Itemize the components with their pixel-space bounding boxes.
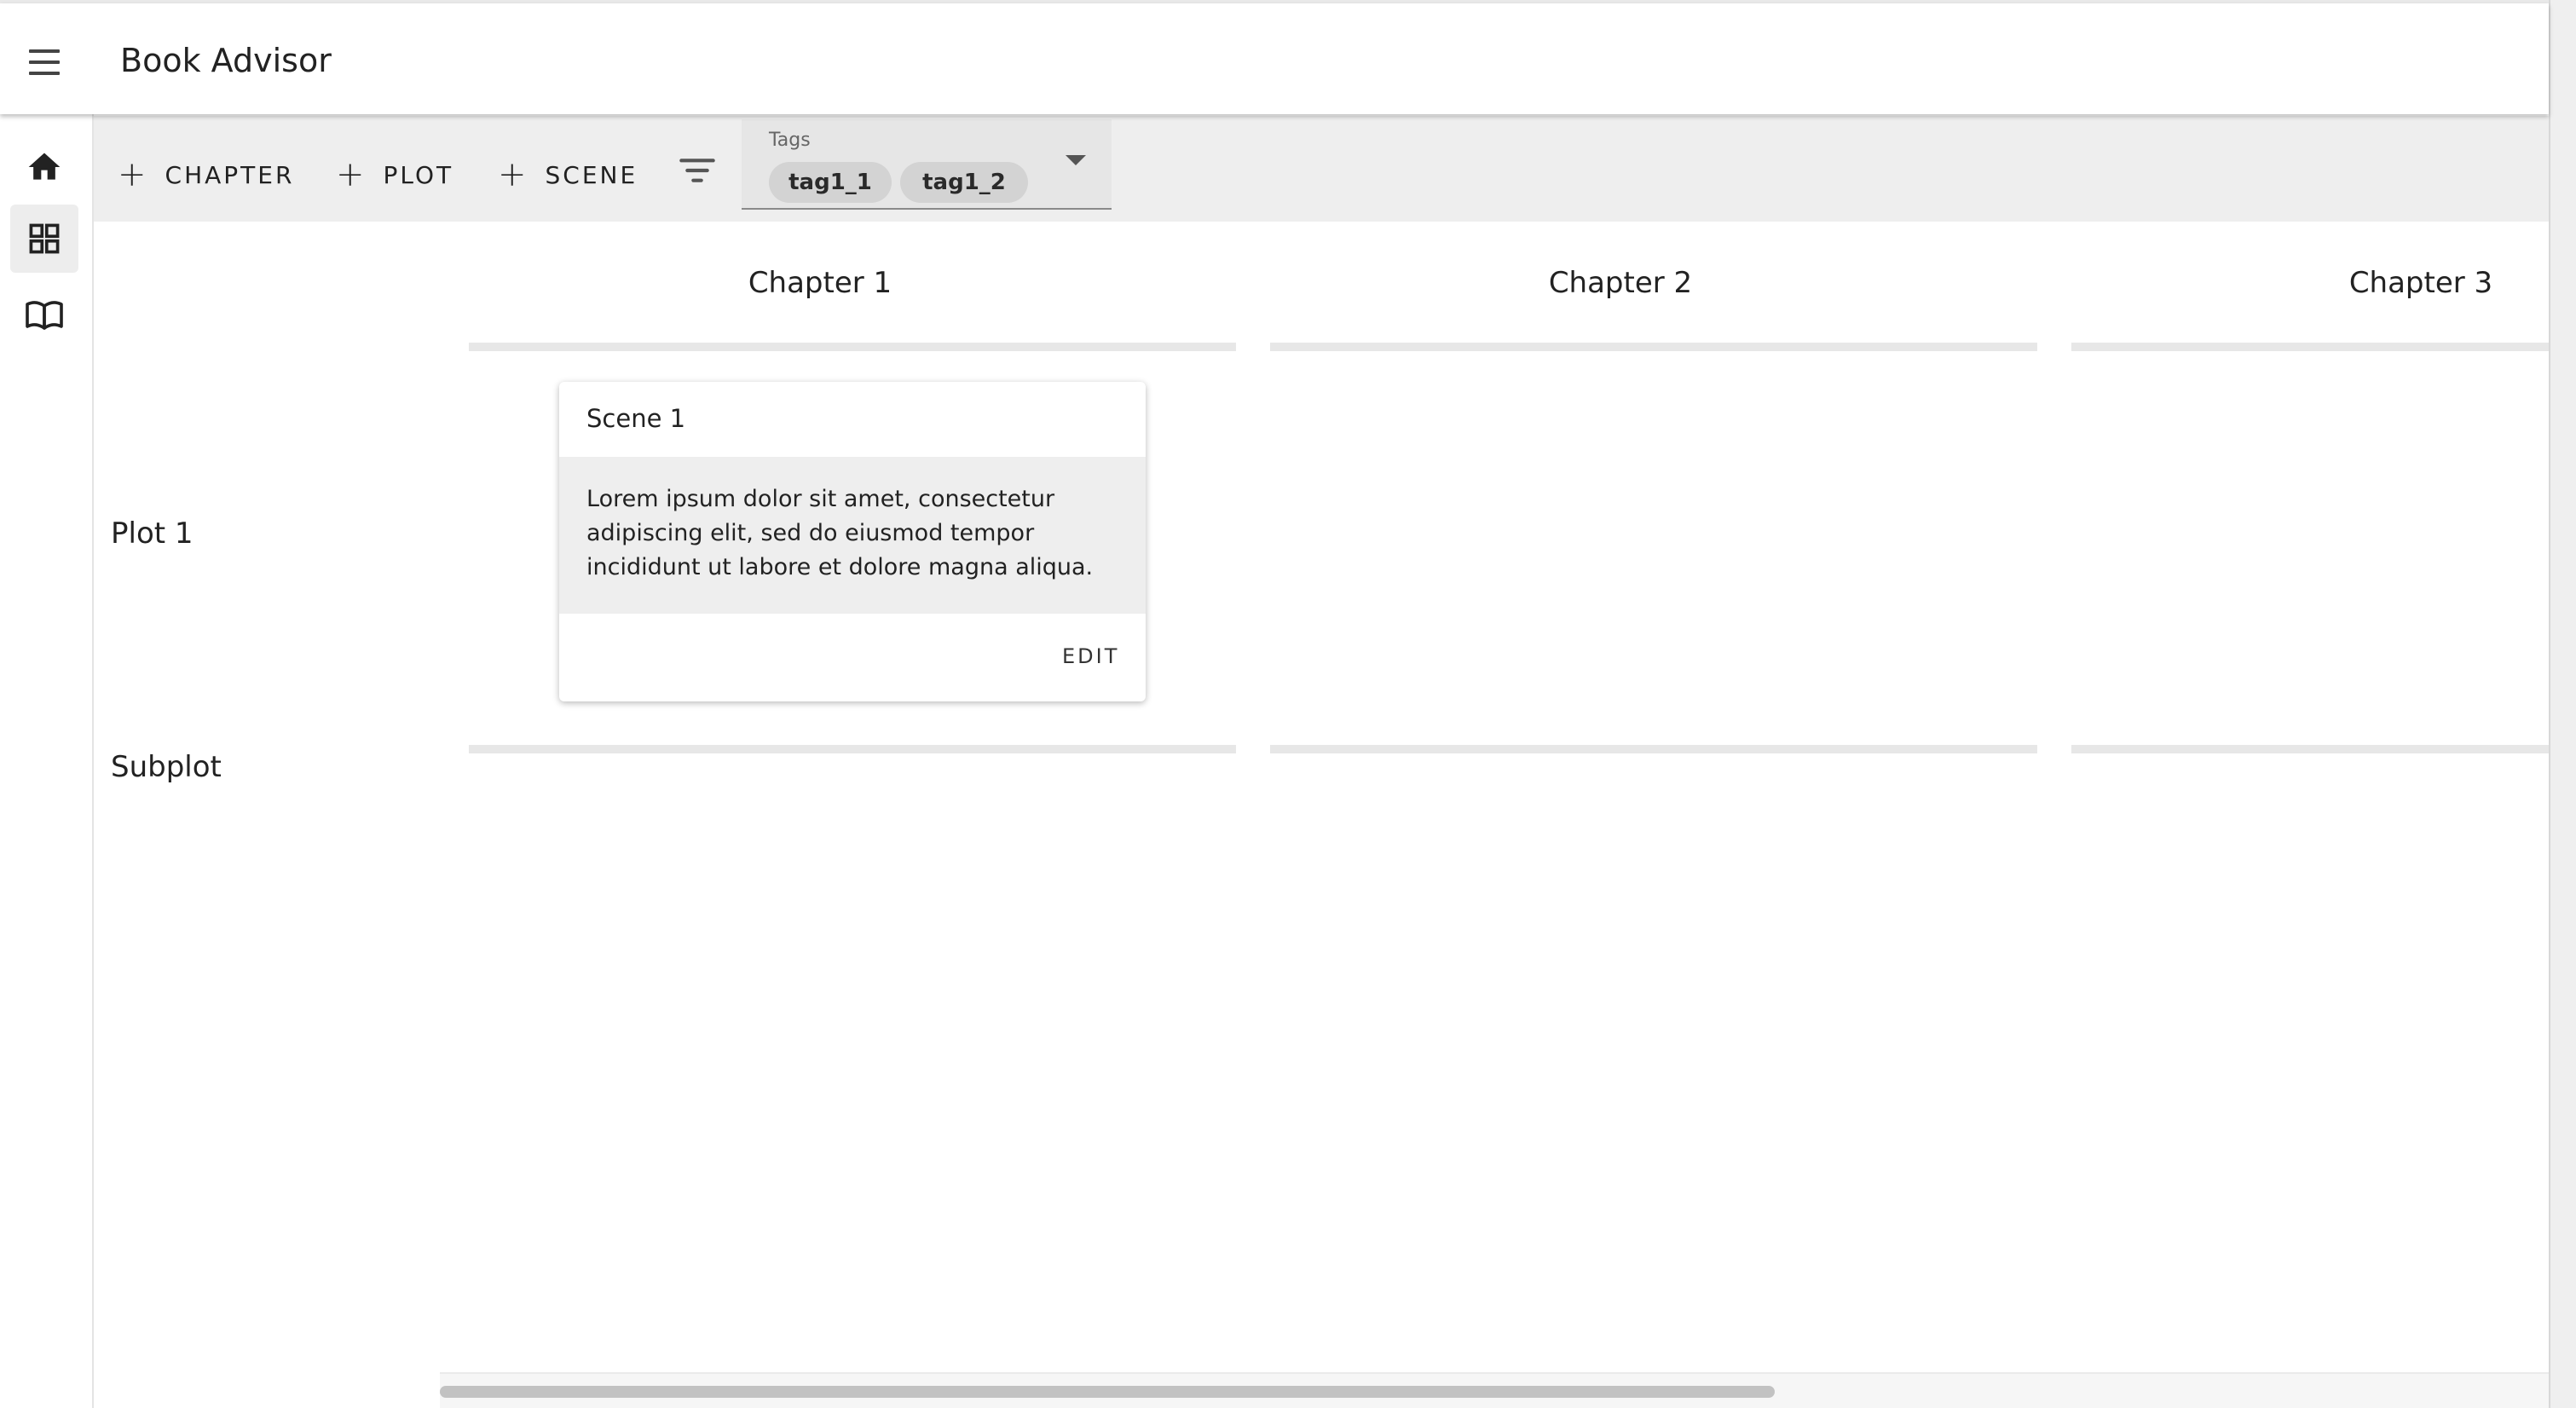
app-bar: Book Advisor [0, 3, 2549, 114]
menu-button[interactable] [19, 39, 73, 87]
nav-book[interactable] [10, 281, 78, 349]
menu-icon-line [29, 61, 60, 64]
plot-label: Subplot [111, 750, 222, 784]
tags-label: Tags [769, 130, 811, 151]
tag-chip[interactable]: tag1_2 [900, 162, 1028, 203]
edit-scene-button[interactable]: EDIT [1062, 644, 1119, 668]
tags-select[interactable]: Tags tag1_1 tag1_2 [742, 119, 1112, 210]
add-chapter-button[interactable]: + CHAPTER [118, 153, 294, 196]
scene-title: Scene 1 [586, 404, 686, 433]
plus-icon: + [336, 155, 365, 194]
add-plot-button[interactable]: + PLOT [336, 153, 453, 196]
add-plot-label: PLOT [383, 160, 454, 189]
chapter-header: Chapter 3 [2348, 266, 2493, 300]
chapter-header: Chapter 2 [1548, 266, 1693, 300]
lane-divider [2071, 745, 2549, 753]
grid-icon [29, 223, 60, 254]
lane-divider [1270, 343, 2037, 351]
scene-card[interactable]: Scene 1 Lorem ipsum dolor sit amet, cons… [559, 382, 1146, 701]
add-scene-label: SCENE [545, 160, 638, 189]
menu-icon-line [29, 72, 60, 75]
plus-icon: + [118, 155, 147, 194]
plus-icon: + [498, 155, 527, 194]
plot-label: Plot 1 [111, 516, 193, 551]
lane-divider [469, 745, 1236, 753]
add-chapter-label: CHAPTER [165, 160, 295, 189]
nav-board[interactable] [10, 205, 78, 273]
nav-home[interactable] [10, 133, 78, 201]
lane-divider [2071, 343, 2549, 351]
lane-divider [1270, 745, 2037, 753]
tag-chip[interactable]: tag1_1 [769, 162, 892, 203]
dropdown-arrow-icon [1066, 155, 1086, 165]
add-scene-button[interactable]: + SCENE [498, 153, 638, 196]
scrollbar-thumb[interactable] [440, 1386, 1775, 1398]
menu-icon [29, 49, 60, 53]
window-right-edge [2549, 0, 2576, 1408]
book-icon [26, 301, 63, 330]
chapter-header: Chapter 1 [748, 266, 892, 300]
home-icon [28, 153, 61, 180]
board-toolbar: + CHAPTER + PLOT + SCENE Tags tag1_1 tag… [94, 116, 2549, 222]
scene-description: Lorem ipsum dolor sit amet, consectetur … [586, 486, 1094, 580]
lane-divider [469, 343, 1236, 351]
side-nav [0, 114, 94, 1408]
horizontal-scrollbar[interactable] [440, 1372, 2549, 1408]
scene-body: Lorem ipsum dolor sit amet, consectetur … [559, 457, 1146, 614]
filter-icon[interactable] [673, 147, 721, 194]
app-title: Book Advisor [120, 42, 332, 79]
